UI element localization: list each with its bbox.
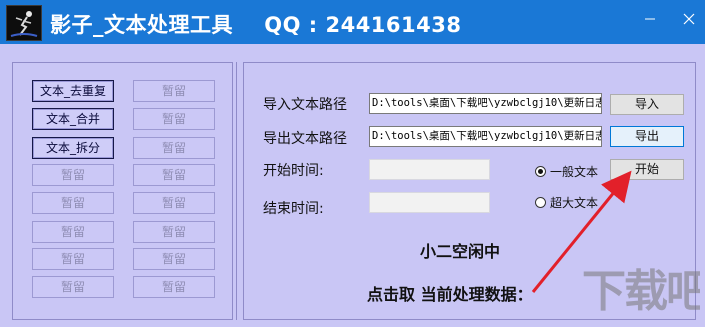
start-button[interactable]: 开始 [610, 159, 684, 180]
import-path-input[interactable]: D:\tools\桌面\下载吧\yzwbclgj10\更新日志.txt [369, 93, 602, 114]
export-button[interactable]: 导出 [610, 126, 684, 147]
reserved-button[interactable]: 暂留 [133, 248, 215, 270]
status-text: 小二空闲中 [420, 242, 501, 261]
reserved-button[interactable]: 暂留 [32, 248, 114, 270]
panel-splitter[interactable] [236, 62, 244, 320]
radio-unchecked-icon [535, 197, 546, 208]
radio-normal-text-label: 一般文本 [550, 165, 599, 179]
minimize-icon [645, 18, 655, 20]
reserved-button[interactable]: 暂留 [32, 276, 114, 298]
export-path-label: 导出文本路径 [263, 131, 347, 147]
start-time-input[interactable] [369, 159, 490, 180]
app-logo-icon [6, 5, 42, 41]
close-button[interactable] [675, 8, 703, 30]
radio-large-text-label: 超大文本 [550, 196, 599, 210]
reserved-button[interactable]: 暂留 [133, 80, 215, 102]
close-icon [683, 13, 695, 25]
reserved-button[interactable]: 暂留 [133, 192, 215, 214]
end-time-input[interactable] [369, 192, 490, 213]
end-time-label: 结束时间: [263, 201, 324, 217]
export-path-input[interactable]: D:\tools\桌面\下载吧\yzwbclgj10\更新日志.txt [369, 126, 602, 147]
radio-checked-icon [535, 166, 546, 177]
reserved-button[interactable]: 暂留 [133, 108, 215, 130]
radio-large-text[interactable]: 超大文本 [535, 194, 598, 211]
merge-text-button[interactable]: 文本_合并 [32, 108, 114, 130]
start-time-label: 开始时间: [263, 163, 324, 179]
window-title: 影子_文本处理工具 QQ : 244161438 [50, 13, 462, 37]
radio-normal-text[interactable]: 一般文本 [535, 163, 598, 180]
reserved-button[interactable]: 暂留 [133, 164, 215, 186]
title-bar: 影子_文本处理工具 QQ : 244161438 [0, 0, 705, 44]
reserved-button[interactable]: 暂留 [133, 276, 215, 298]
reserved-button[interactable]: 暂留 [32, 192, 114, 214]
dedupe-text-button[interactable]: 文本_去重复 [32, 80, 114, 102]
import-button[interactable]: 导入 [610, 94, 684, 115]
reserved-button[interactable]: 暂留 [133, 221, 215, 243]
reserved-button[interactable]: 暂留 [32, 221, 114, 243]
import-path-label: 导入文本路径 [263, 97, 347, 113]
minimize-button[interactable] [636, 8, 664, 30]
current-data-hint: 点击取 当前处理数据： [367, 285, 533, 304]
reserved-button[interactable]: 暂留 [133, 137, 215, 159]
split-text-button[interactable]: 文本_拆分 [32, 137, 114, 159]
watermark-logo: 下载吧 [582, 266, 700, 317]
reserved-button[interactable]: 暂留 [32, 164, 114, 186]
